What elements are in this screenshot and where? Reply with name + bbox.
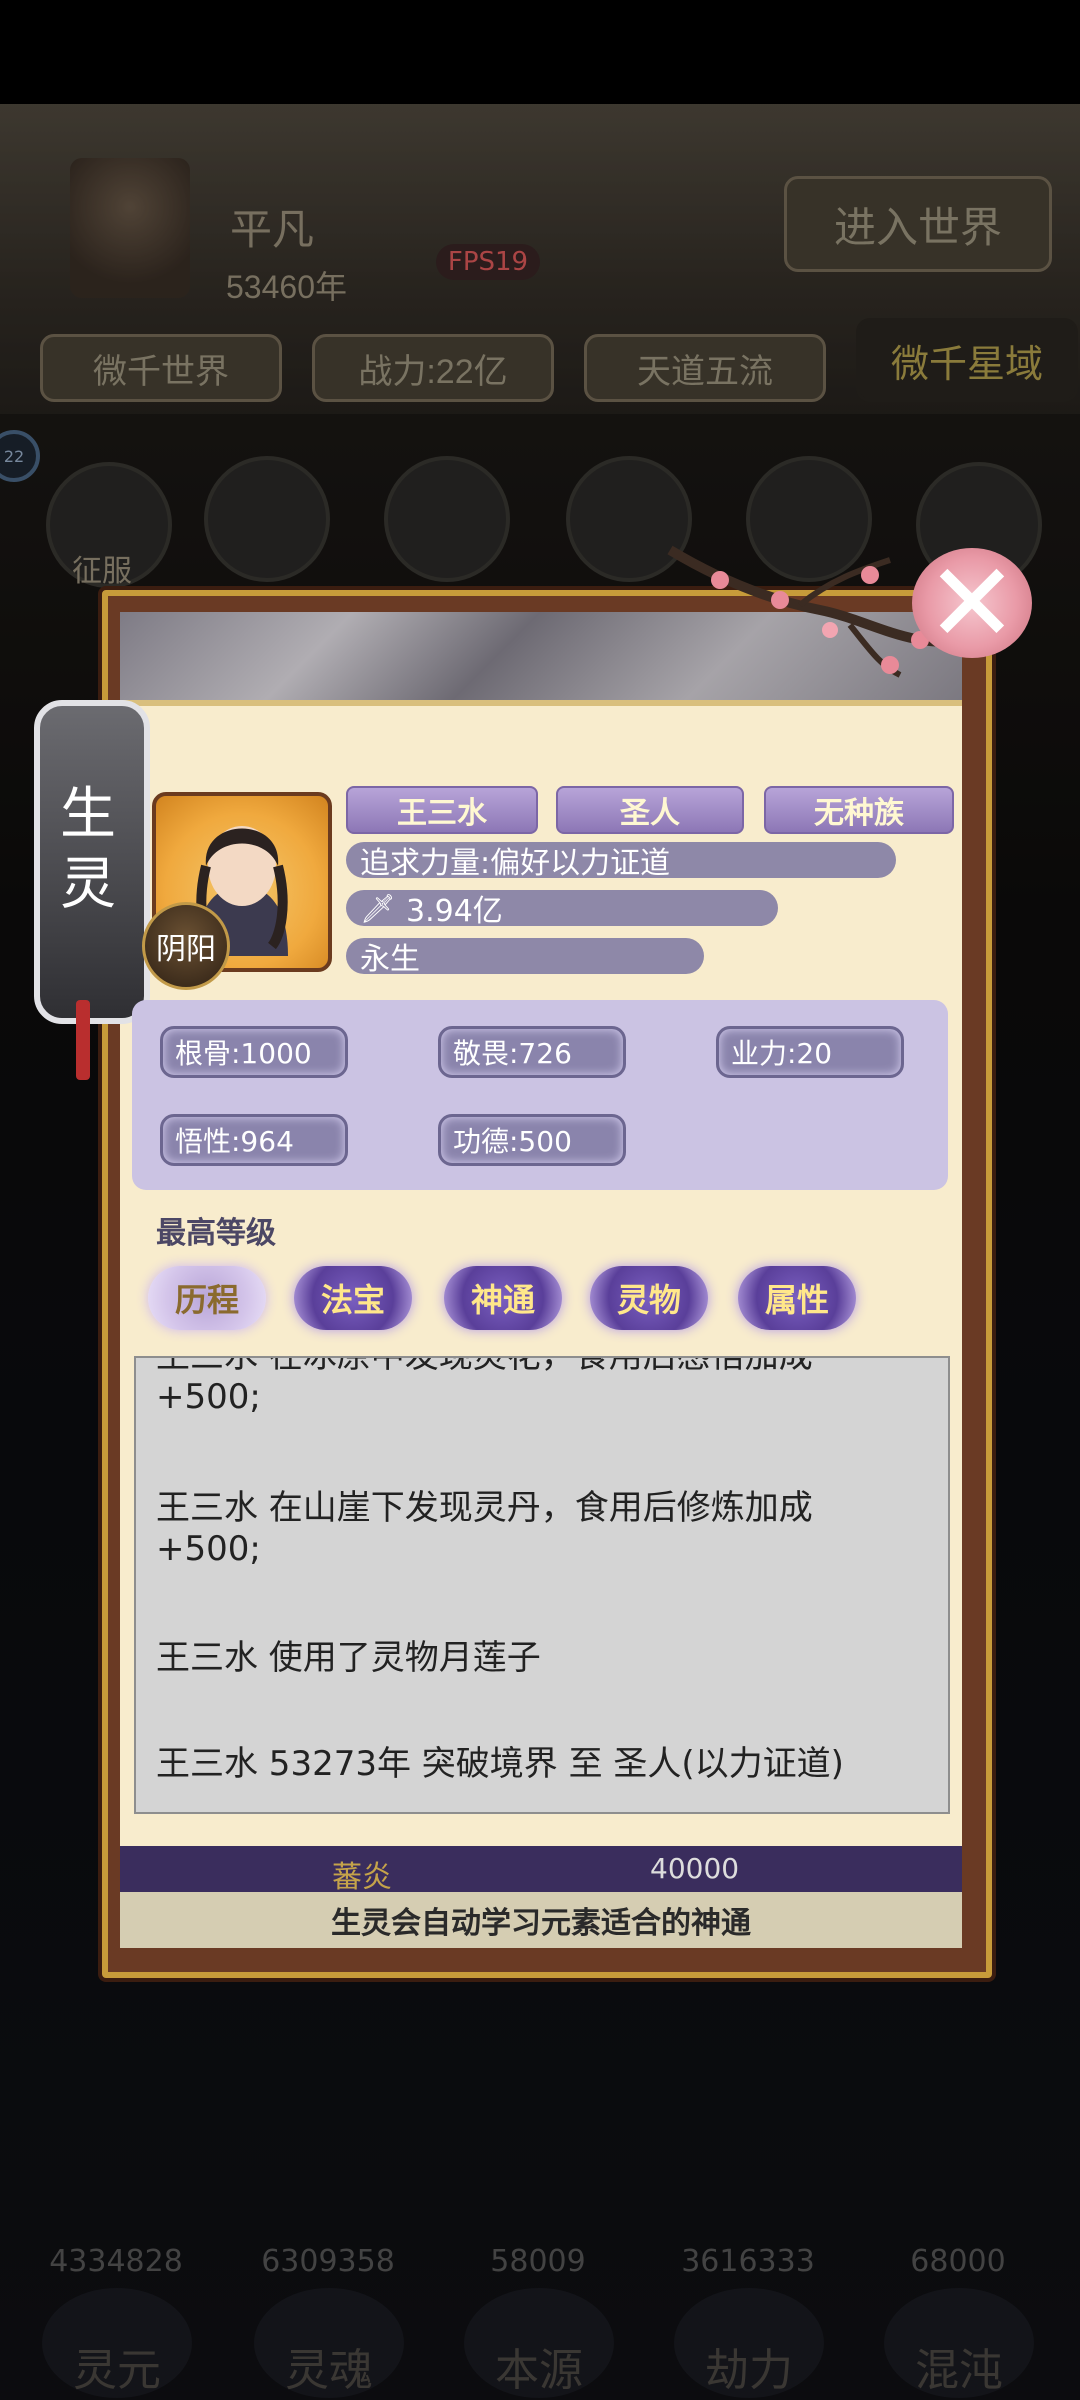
tab-treasure[interactable]: 法宝 [294,1266,412,1330]
underlay-value: 40000 [650,1852,740,1885]
stat-comprehension: 悟性:964 [160,1114,348,1166]
sword-icon: 🗡 [360,892,396,925]
tab-ability[interactable]: 神通 [444,1266,562,1330]
rank-tag: 圣人 [556,786,744,834]
log-entry: 王三水 使用了灵物月莲子 [156,1638,541,1678]
close-button[interactable]: ✕ [912,548,1032,658]
pursuit-bar: 追求力量:偏好以力证道 [346,842,896,881]
stat-awe: 敬畏:726 [438,1026,626,1078]
power-bar: 🗡 3.94亿 [346,890,778,929]
name-tag: 王三水 [346,786,538,834]
tab-spirit-item[interactable]: 灵物 [590,1266,708,1330]
underlay-name: 蕃炎 [332,1860,392,1895]
tab-history[interactable]: 历程 [148,1266,266,1330]
footer-hint: 生灵会自动学习元素适合的神通 [120,1892,962,1948]
stat-karma: 业力:20 [716,1026,904,1078]
tab-attributes[interactable]: 属性 [738,1266,856,1330]
race-tag: 无种族 [764,786,954,834]
log-entry: 王三水 在山崖下发现灵丹，食用后修炼加成 +500; [156,1488,813,1569]
tassel-decoration [76,1000,90,1080]
section-title: 最高等级 [156,1216,276,1251]
log-entry: 王三水 在冰原中发现灵花，食用后感悟加成 +500; [156,1356,813,1417]
underlay-row: 蕃炎 40000 [120,1846,962,1895]
log-entry: 王三水 53273年 突破境界 至 圣人(以力证道) [156,1744,844,1784]
stat-merit: 功德:500 [438,1114,626,1166]
close-icon: ✕ [925,539,1019,667]
banner-divider [120,700,962,706]
lifespan-bar: 永生 [346,938,704,977]
element-badge: 阴阳 [142,902,230,990]
history-log[interactable]: 王三水 在冰原中发现灵花，食用后感悟加成 +500; 王三水 在山崖下发现灵丹，… [134,1356,950,1814]
category-label: 生灵 [60,782,116,917]
stat-bone: 根骨:1000 [160,1026,348,1078]
power-value: 3.94亿 [406,894,503,929]
